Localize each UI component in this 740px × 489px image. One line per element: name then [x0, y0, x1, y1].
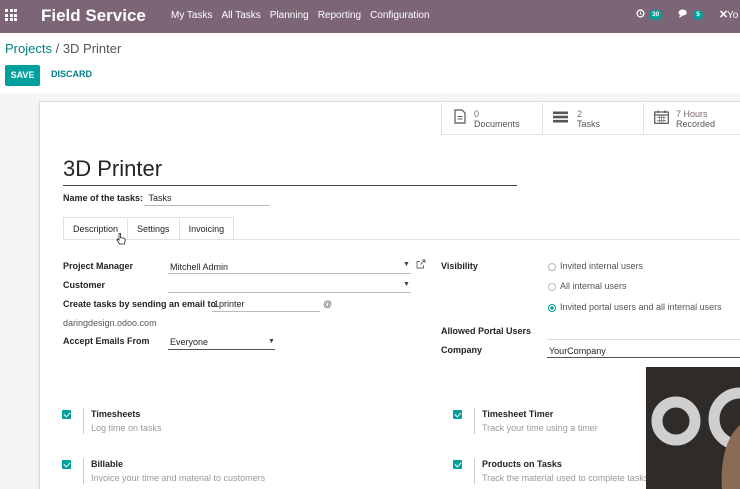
timesheet-timer-title: Timesheet Timer — [482, 409, 554, 419]
chevron-down-icon[interactable]: ▼ — [403, 261, 410, 268]
menu-item-configuration[interactable]: Configuration — [370, 10, 429, 21]
hours-count: 7 Hours — [676, 109, 708, 119]
allowed-portal-users-label: Allowed Portal Users — [441, 326, 532, 336]
billable-desc: Invoice your time and material to custom… — [91, 473, 266, 483]
radio-icon[interactable] — [548, 262, 556, 271]
hours-label: Recorded — [676, 119, 716, 129]
save-button[interactable]: SAVE — [5, 65, 40, 86]
mouse-cursor — [116, 232, 126, 250]
products-on-tasks-desc: Track the material used to complete task… — [482, 473, 649, 483]
billable-title: Billable — [91, 459, 124, 469]
top-navbar: Field Service My Tasks All Tasks Plannin… — [0, 0, 740, 33]
tab-settings[interactable]: Settings — [127, 217, 180, 240]
webcam-overlay — [646, 367, 740, 489]
tasks-label: Tasks — [577, 119, 601, 129]
visibility-label: Visibility — [441, 261, 478, 271]
menu-item-all-tasks[interactable]: All Tasks — [222, 10, 261, 21]
documents-label: Documents — [474, 119, 520, 129]
tab-invoicing[interactable]: Invoicing — [178, 217, 235, 240]
products-on-tasks-title: Products on Tasks — [482, 459, 562, 469]
app-title[interactable]: Field Service — [41, 6, 146, 26]
email-at-symbol: @ — [323, 299, 333, 309]
menu-item-my-tasks[interactable]: My Tasks — [171, 10, 213, 21]
systray: 30 5 ✕ — [636, 8, 728, 21]
discard-button[interactable]: DISCARD — [51, 69, 92, 79]
customer-label: Customer — [63, 280, 106, 290]
breadcrumb: Projects / 3D Printer — [5, 41, 121, 56]
documents-smart-button[interactable]: 0 Documents — [441, 103, 542, 135]
tasks-name-input[interactable]: Tasks — [149, 193, 172, 203]
main-menu: My Tasks All Tasks Planning Reporting Co… — [171, 10, 430, 21]
visibility-option-portal[interactable]: Invited portal users and all internal us… — [548, 302, 722, 312]
visibility-option-all-internal[interactable]: All internal users — [548, 281, 627, 291]
billable-checkbox[interactable] — [62, 460, 71, 469]
breadcrumb-current: 3D Printer — [62, 41, 122, 56]
tasks-smart-button[interactable]: 2 Tasks — [542, 103, 643, 135]
hours-smart-button[interactable]: 7 Hours Recorded — [643, 103, 740, 135]
breadcrumb-projects[interactable]: Projects — [5, 41, 52, 56]
accept-emails-chevron-icon[interactable]: ▼ — [268, 338, 275, 345]
radio-icon[interactable] — [548, 282, 556, 291]
documents-count: 0 — [474, 109, 480, 119]
activity-badge: 30 — [649, 9, 663, 20]
radio-selected-icon[interactable] — [548, 303, 556, 312]
timesheet-timer-desc: Track your time using a timer — [482, 423, 598, 433]
calendar-icon — [654, 110, 669, 129]
accept-emails-select[interactable]: Everyone — [170, 337, 208, 347]
visibility-option-invited-internal[interactable]: Invited internal users — [548, 261, 643, 271]
accept-emails-label: Accept Emails From — [63, 336, 150, 346]
company-input[interactable]: YourCompany — [549, 346, 606, 356]
menu-item-planning[interactable]: Planning — [270, 10, 309, 21]
project-manager-label: Project Manager — [63, 261, 134, 271]
document-icon — [454, 109, 466, 129]
timesheets-checkbox[interactable] — [62, 410, 71, 419]
apps-menu-icon[interactable] — [5, 9, 17, 21]
company-label: Company — [441, 345, 483, 355]
messaging-badge: 5 — [693, 9, 703, 20]
email-alias-input[interactable]: 1printer — [214, 299, 245, 309]
menu-item-reporting[interactable]: Reporting — [318, 10, 361, 21]
tasks-name-label: Name of the tasks: — [63, 193, 144, 203]
tasks-count: 2 — [577, 109, 583, 119]
products-on-tasks-checkbox[interactable] — [453, 460, 462, 469]
tasks-icon — [553, 110, 568, 128]
project-manager-input[interactable]: Mitchell Admin — [170, 262, 228, 272]
tasks-name-row: Name of the tasks: Tasks — [63, 193, 172, 203]
timesheets-title: Timesheets — [91, 409, 141, 419]
breadcrumb-separator: / — [51, 41, 63, 56]
project-name-field[interactable]: 3D Printer — [63, 156, 162, 182]
notebook-tabs: Description Settings Invoicing — [63, 217, 235, 240]
email-domain: daringdesign.odoo.com — [63, 318, 157, 328]
timesheets-desc: Log time on tasks — [91, 423, 162, 433]
email-alias-label: Create tasks by sending an email to — [63, 299, 217, 309]
user-menu[interactable]: Yo — [727, 10, 738, 21]
external-link-icon[interactable] — [416, 259, 426, 271]
activity-icon[interactable] — [636, 8, 645, 21]
timesheet-timer-checkbox[interactable] — [453, 410, 462, 419]
messaging-icon[interactable] — [678, 9, 689, 21]
customer-chevron-icon[interactable]: ▼ — [403, 281, 410, 288]
